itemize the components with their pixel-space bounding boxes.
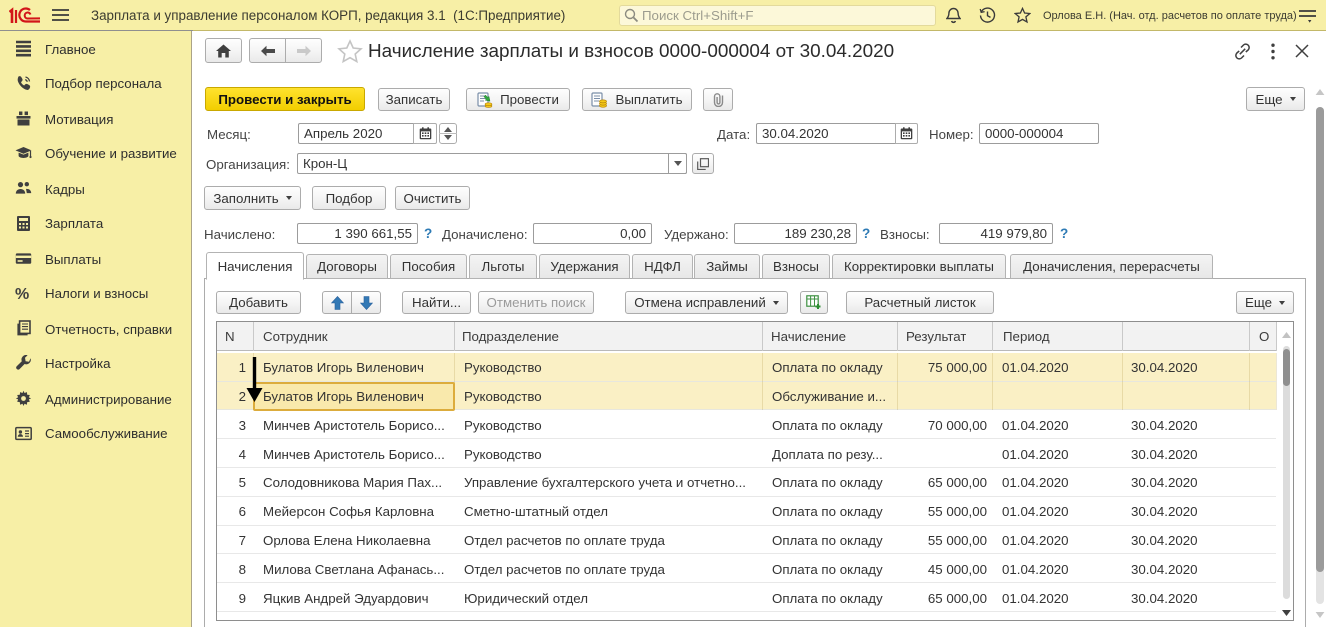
svg-text:%: % [15, 286, 29, 302]
